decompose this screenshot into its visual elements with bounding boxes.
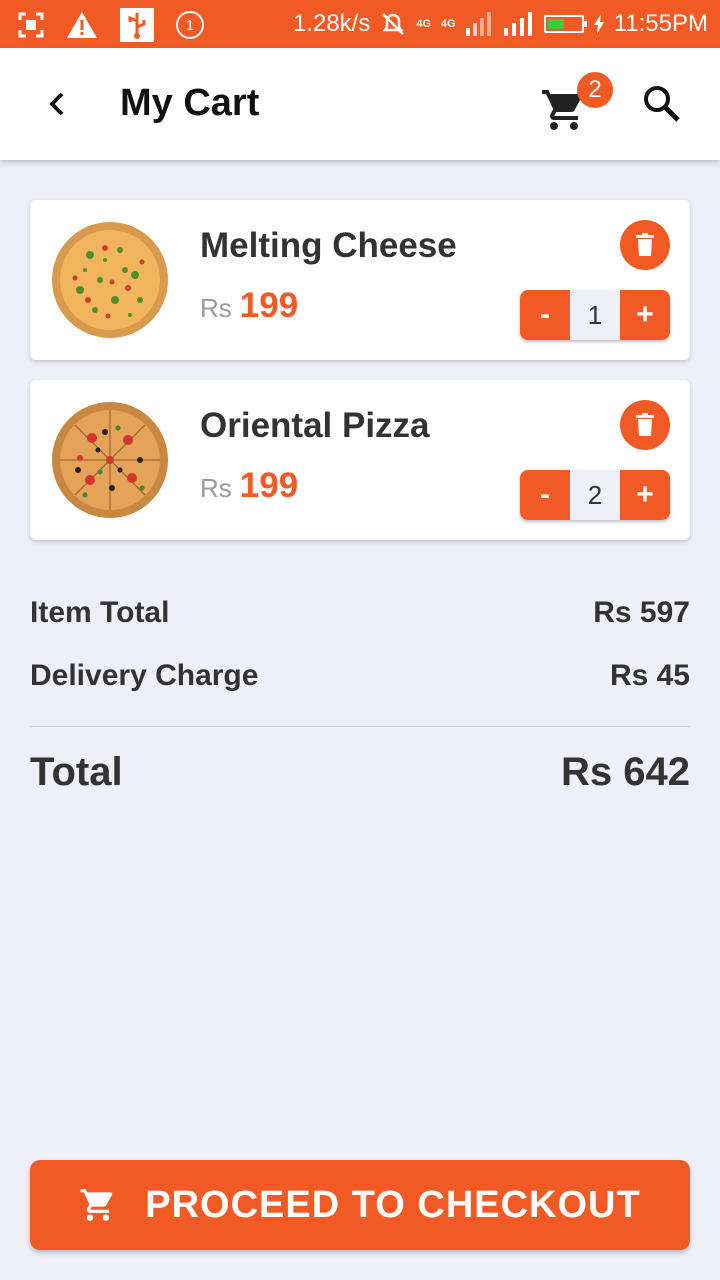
proceed-to-checkout-button[interactable]: PROCEED TO CHECKOUT (30, 1160, 690, 1250)
trash-icon (636, 233, 654, 256)
status-left-icons: 1 (18, 8, 204, 42)
clock: 11:55PM (613, 10, 708, 37)
back-button[interactable] (38, 84, 78, 124)
page-title: My Cart (120, 82, 260, 124)
quantity-value: 2 (570, 470, 620, 520)
quantity-stepper: - 2 + (520, 470, 670, 520)
price-amount: 199 (239, 286, 299, 325)
warning-icon (67, 12, 97, 38)
notification-count-icon: 1 (176, 11, 204, 39)
increase-quantity-button[interactable]: + (620, 470, 670, 520)
back-arrow-icon (49, 92, 64, 116)
quantity-stepper: - 1 + (520, 290, 670, 340)
screenshot-icon (18, 12, 44, 38)
item-price: Rs 199 (200, 466, 298, 506)
charging-icon (593, 14, 604, 34)
pizza-cheese-image (52, 222, 168, 338)
delivery-charge-row: Delivery Charge Rs 45 (30, 659, 690, 693)
checkout-label: PROCEED TO CHECKOUT (145, 1183, 641, 1226)
cart-item-card: Oriental Pizza Rs 199 - 2 + (30, 380, 690, 540)
price-currency: Rs (200, 293, 232, 323)
total-label: Total (30, 750, 123, 794)
app-bar: My Cart 2 (0, 48, 720, 160)
cart-count-badge: 2 (577, 72, 613, 108)
signal-1-icon (465, 12, 491, 36)
delivery-charge-value: Rs 45 (609, 659, 690, 692)
network-type-2: 4G (441, 18, 456, 30)
increase-quantity-button[interactable]: + (620, 290, 670, 340)
delete-item-button[interactable] (620, 400, 670, 450)
battery-fill (547, 19, 564, 29)
battery-icon (543, 15, 587, 33)
delivery-charge-label: Delivery Charge (30, 659, 259, 692)
search-icon (644, 86, 680, 122)
price-amount: 199 (239, 466, 299, 505)
total-row: Total Rs 642 (30, 750, 690, 795)
status-right-icons: 1.28k/s 4G 4G 11:55PM (293, 0, 708, 48)
search-button[interactable] (640, 82, 684, 126)
item-total-row: Item Total Rs 597 (30, 596, 690, 630)
cart-button[interactable]: 2 (540, 72, 613, 138)
delete-item-button[interactable] (620, 220, 670, 270)
decrease-quantity-button[interactable]: - (520, 470, 570, 520)
decrease-quantity-button[interactable]: - (520, 290, 570, 340)
network-speed: 1.28k/s (292, 10, 371, 37)
item-total-value: Rs 597 (593, 596, 690, 629)
pizza-oriental-image (52, 402, 168, 518)
item-name: Oriental Pizza (200, 406, 430, 445)
mute-bell-icon (382, 13, 405, 35)
summary-divider (30, 726, 690, 727)
network-type-1: 4G (416, 18, 432, 30)
usb-icon (120, 8, 154, 42)
item-name: Melting Cheese (200, 226, 457, 265)
item-total-label: Item Total (30, 596, 170, 629)
quantity-value: 1 (570, 290, 620, 340)
price-currency: Rs (200, 473, 232, 503)
cart-item-card: Melting Cheese Rs 199 - 1 + (30, 200, 690, 360)
notification-count: 1 (185, 16, 195, 34)
trash-icon (636, 413, 654, 436)
cart-icon (80, 1189, 113, 1221)
status-bar: 1 1.28k/s 4G 4G 11:55PM (0, 0, 720, 48)
item-price: Rs 199 (200, 286, 298, 326)
signal-2-icon (503, 12, 532, 36)
total-value: Rs 642 (561, 750, 690, 794)
